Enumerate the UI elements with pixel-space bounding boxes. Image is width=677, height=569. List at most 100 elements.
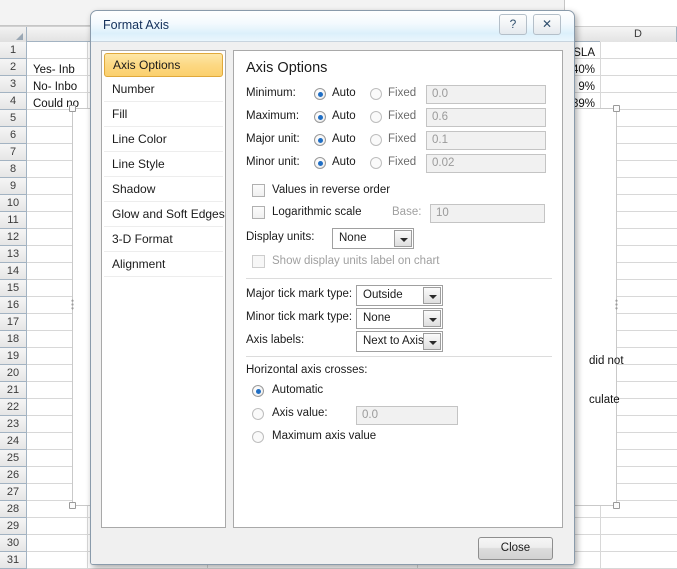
- crosses-axis-value-input[interactable]: 0.0: [356, 406, 458, 425]
- cell-A2[interactable]: Yes- Inb: [33, 62, 75, 78]
- row-header-13[interactable]: 13: [0, 246, 27, 263]
- maximum-auto-label[interactable]: Auto: [332, 110, 356, 122]
- row-header-26[interactable]: 26: [0, 467, 27, 484]
- chart-handle-bottom-left[interactable]: [69, 502, 76, 509]
- chart-handle-mid-right[interactable]: [613, 299, 620, 310]
- row-header-24[interactable]: 24: [0, 433, 27, 450]
- row-header-19[interactable]: 19: [0, 348, 27, 365]
- minor-unit-auto-radio[interactable]: [314, 157, 326, 169]
- chevron-down-icon[interactable]: [423, 287, 441, 304]
- row-header-3[interactable]: 3: [0, 76, 27, 93]
- log-base-input[interactable]: 10: [430, 204, 545, 223]
- row-header-6[interactable]: 6: [0, 127, 27, 144]
- crosses-axis-value-radio[interactable]: [252, 408, 264, 420]
- minimum-auto-label[interactable]: Auto: [332, 87, 356, 99]
- major-tick-dropdown[interactable]: Outside: [356, 285, 443, 306]
- chevron-down-icon[interactable]: [394, 230, 412, 247]
- row-header-7[interactable]: 7: [0, 144, 27, 161]
- row-header-1[interactable]: 1: [0, 42, 27, 59]
- nav-item-line-style[interactable]: Line Style: [104, 152, 223, 177]
- nav-item-alignment[interactable]: Alignment: [104, 252, 223, 277]
- row-log-scale: Logarithmic scale Base: 10: [244, 202, 552, 225]
- nav-item-3d-format[interactable]: 3-D Format: [104, 227, 223, 252]
- row-header-22[interactable]: 22: [0, 399, 27, 416]
- row-header-16[interactable]: 16: [0, 297, 27, 314]
- chart-handle-mid-left[interactable]: [69, 299, 76, 310]
- row-header-25[interactable]: 25: [0, 450, 27, 467]
- column-header-D[interactable]: D: [600, 27, 677, 42]
- maximum-fixed-label[interactable]: Fixed: [388, 110, 416, 122]
- major-unit-value-input[interactable]: 0.1: [426, 131, 546, 150]
- row-header-29[interactable]: 29: [0, 518, 27, 535]
- nav-item-number[interactable]: Number: [104, 77, 223, 102]
- cell-A3[interactable]: No- Inbo: [33, 79, 77, 95]
- major-unit-auto-radio[interactable]: [314, 134, 326, 146]
- row-header-14[interactable]: 14: [0, 263, 27, 280]
- row-header-12[interactable]: 12: [0, 229, 27, 246]
- minor-tick-dropdown[interactable]: None: [356, 308, 443, 329]
- nav-item-shadow[interactable]: Shadow: [104, 177, 223, 202]
- row-header-5[interactable]: 5: [0, 110, 27, 127]
- dialog-nav-list[interactable]: Axis Options Number Fill Line Color Line…: [101, 50, 226, 528]
- crosses-automatic-label[interactable]: Automatic: [272, 384, 323, 396]
- minimum-auto-radio[interactable]: [314, 88, 326, 100]
- row-header-9[interactable]: 9: [0, 178, 27, 195]
- row-crosses-axis-value: Axis value: 0.0: [244, 403, 552, 427]
- minor-unit-value-input[interactable]: 0.02: [426, 154, 546, 173]
- crosses-maximum-label[interactable]: Maximum axis value: [272, 430, 376, 442]
- row-header-21[interactable]: 21: [0, 382, 27, 399]
- crosses-automatic-radio[interactable]: [252, 385, 264, 397]
- log-scale-label[interactable]: Logarithmic scale: [272, 206, 361, 218]
- minimum-fixed-radio[interactable]: [370, 88, 382, 100]
- display-units-dropdown[interactable]: None: [332, 228, 414, 249]
- nav-item-axis-options[interactable]: Axis Options: [104, 53, 223, 77]
- row-header-8[interactable]: 8: [0, 161, 27, 178]
- major-unit-auto-label[interactable]: Auto: [332, 133, 356, 145]
- row-header-18[interactable]: 18: [0, 331, 27, 348]
- row-header-23[interactable]: 23: [0, 416, 27, 433]
- nav-item-line-color[interactable]: Line Color: [104, 127, 223, 152]
- row-header-15[interactable]: 15: [0, 280, 27, 297]
- close-icon[interactable]: ✕: [533, 14, 561, 35]
- maximum-fixed-radio[interactable]: [370, 111, 382, 123]
- minimum-fixed-label[interactable]: Fixed: [388, 87, 416, 99]
- row-header-11[interactable]: 11: [0, 212, 27, 229]
- row-header-10[interactable]: 10: [0, 195, 27, 212]
- close-button[interactable]: Close: [478, 537, 553, 560]
- minimum-value-input[interactable]: 0.0: [426, 85, 546, 104]
- help-icon[interactable]: ?: [499, 14, 527, 35]
- row-header-2[interactable]: 2: [0, 59, 27, 76]
- chart-handle-bottom-right[interactable]: [613, 502, 620, 509]
- row-header-27[interactable]: 27: [0, 484, 27, 501]
- row-header-20[interactable]: 20: [0, 365, 27, 382]
- minor-unit-fixed-radio[interactable]: [370, 157, 382, 169]
- row-header-17[interactable]: 17: [0, 314, 27, 331]
- minor-unit-fixed-label[interactable]: Fixed: [388, 156, 416, 168]
- row-header-28[interactable]: 28: [0, 501, 27, 518]
- row-header-30[interactable]: 30: [0, 535, 27, 552]
- select-all-corner[interactable]: [0, 27, 27, 42]
- format-axis-dialog[interactable]: Format Axis ? ✕ Axis Options Number Fill…: [90, 10, 575, 565]
- major-unit-fixed-radio[interactable]: [370, 134, 382, 146]
- nav-item-glow-soft-edges[interactable]: Glow and Soft Edges: [104, 202, 223, 227]
- major-unit-label: Major unit:: [246, 133, 300, 145]
- row-header-4[interactable]: 4: [0, 93, 27, 110]
- chevron-down-icon[interactable]: [423, 333, 441, 350]
- axis-labels-dropdown[interactable]: Next to Axis: [356, 331, 443, 352]
- chart-handle-top-left[interactable]: [69, 105, 76, 112]
- chevron-down-icon[interactable]: [423, 310, 441, 327]
- reverse-order-label[interactable]: Values in reverse order: [272, 184, 390, 196]
- chart-handle-top-right[interactable]: [613, 105, 620, 112]
- minor-unit-auto-label[interactable]: Auto: [332, 156, 356, 168]
- row-header-31[interactable]: 31: [0, 552, 27, 569]
- nav-item-fill[interactable]: Fill: [104, 102, 223, 127]
- maximum-auto-radio[interactable]: [314, 111, 326, 123]
- reverse-order-checkbox[interactable]: [252, 184, 265, 197]
- log-scale-checkbox[interactable]: [252, 206, 265, 219]
- crosses-maximum-radio[interactable]: [252, 431, 264, 443]
- maximum-value-input[interactable]: 0.6: [426, 108, 546, 127]
- crosses-axis-value-label[interactable]: Axis value:: [272, 407, 328, 419]
- major-unit-fixed-label[interactable]: Fixed: [388, 133, 416, 145]
- dialog-titlebar[interactable]: Format Axis ? ✕: [91, 11, 574, 42]
- select-all-triangle: [16, 33, 23, 40]
